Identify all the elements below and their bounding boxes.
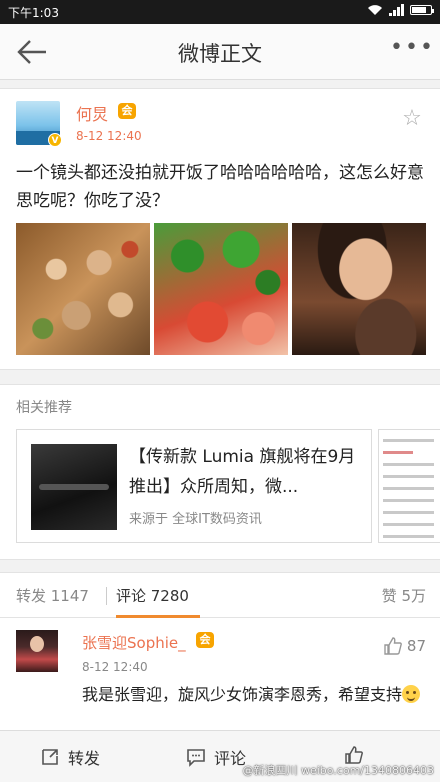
bottom-action-bar: 转发 评论 @新浪四川 weibo.com/1340806403	[0, 730, 440, 782]
repost-label: 转发	[68, 749, 101, 768]
status-bar: 下午1:03	[0, 0, 440, 24]
thumbs-up-icon	[384, 637, 402, 655]
comment-button[interactable]: 评论	[186, 745, 246, 769]
repost-button[interactable]: 转发	[40, 745, 100, 769]
verified-badge-icon: V	[48, 133, 62, 147]
author-name[interactable]: 何炅	[76, 101, 108, 125]
status-time: 下午1:03	[8, 6, 59, 20]
recommend-section: 相关推荐 【传新款 Lumia 旗舰将在9月推出】众所周知，微... 来源于 全…	[0, 384, 440, 560]
member-crown-icon: 会	[118, 103, 136, 119]
nav-bar: 微博正文 •••	[0, 24, 440, 80]
tab-comment[interactable]: 评论 7280	[116, 585, 189, 606]
comment-like-count: 87	[406, 637, 426, 655]
tab-like[interactable]: 赞 5万	[382, 585, 426, 606]
post-card: V 何炅 会 8-12 12:40 ☆ 一个镜头都还没拍就开饭了哈哈哈哈哈哈，这…	[0, 88, 440, 370]
commenter-name[interactable]: 张雪迎Sophie_	[82, 632, 186, 653]
smile-emoji-icon	[402, 685, 421, 703]
watermark: @新浪四川 weibo.com/1340806403	[242, 764, 434, 777]
post-photos	[16, 223, 426, 355]
recommend-title: 【传新款 Lumia 旗舰将在9月推出】众所周知，微...	[129, 447, 356, 497]
comment-like-button[interactable]: 87	[383, 636, 426, 656]
post-photo[interactable]	[154, 223, 288, 355]
status-icons	[367, 4, 434, 16]
recommend-header: 相关推荐	[16, 400, 72, 416]
recommend-thumbnail	[31, 444, 117, 530]
wifi-icon	[368, 5, 382, 15]
recommend-source: 来源于 全球IT数码资讯	[129, 512, 262, 527]
tab-divider	[106, 587, 107, 605]
comment-item: 张雪迎Sophie_ 会 8-12 12:40 87 我是张雪迎，旋风少女饰演李…	[0, 618, 440, 738]
signal-icon	[389, 4, 404, 16]
comment-body: 我是张雪迎，旋风少女饰演李恩秀，希望支持	[82, 685, 403, 704]
comment-text: 我是张雪迎，旋风少女饰演李恩秀，希望支持	[82, 682, 422, 708]
post-photo[interactable]	[16, 223, 150, 355]
recommend-card[interactable]: 【传新款 Lumia 旗舰将在9月推出】众所周知，微... 来源于 全球IT数码…	[16, 429, 372, 543]
repost-icon	[42, 749, 58, 765]
member-crown-icon: 会	[196, 632, 214, 648]
comment-time: 8-12 12:40	[82, 660, 148, 674]
commenter-avatar[interactable]	[16, 630, 58, 672]
post-time: 8-12 12:40	[76, 129, 142, 143]
recommend-card-next[interactable]	[378, 429, 440, 543]
post-photo[interactable]	[292, 223, 426, 355]
battery-icon	[410, 5, 434, 15]
page-title: 微博正文	[178, 42, 262, 66]
tab-repost[interactable]: 转发 1147	[16, 585, 89, 606]
more-button[interactable]: •••	[390, 37, 433, 66]
comment-icon	[187, 749, 205, 767]
interaction-tabs: 转发 1147 评论 7280 赞 5万	[0, 572, 440, 618]
post-text: 一个镜头都还没拍就开饭了哈哈哈哈哈哈，这怎么好意思吃呢？你吃了没？	[16, 163, 424, 211]
favorite-star-icon[interactable]: ☆	[400, 107, 424, 131]
